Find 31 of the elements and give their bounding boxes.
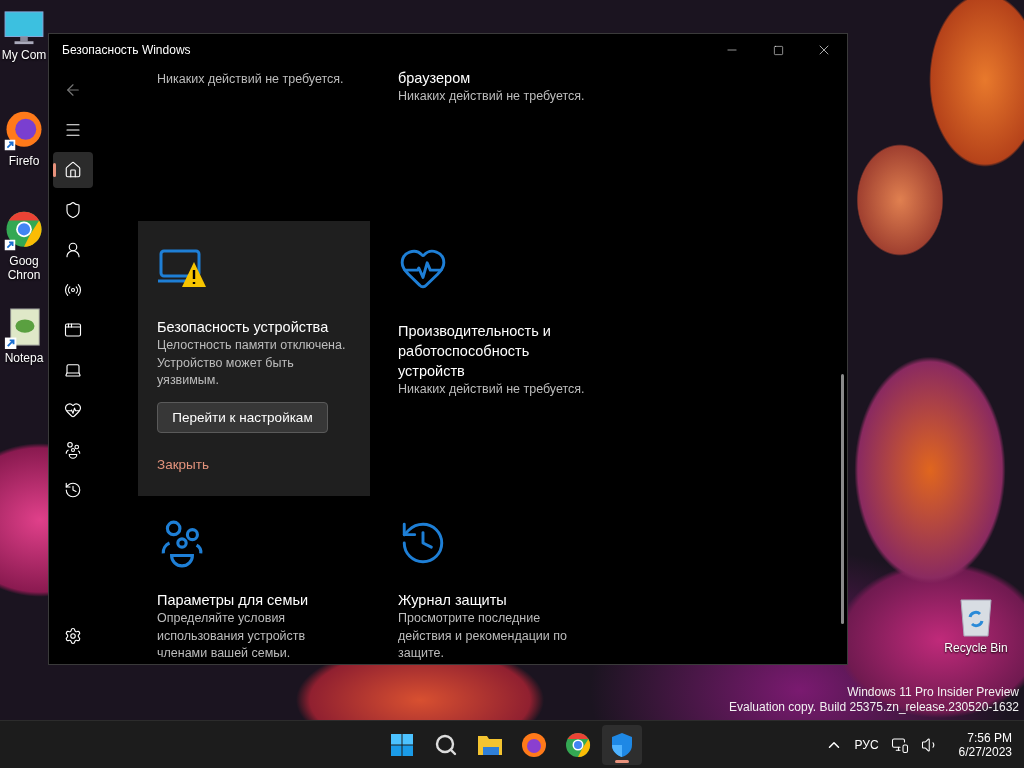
desktop-shortcut[interactable]: Firefo (0, 110, 47, 168)
shortcut-label: Notepa (4, 351, 44, 365)
shortcut-label: Firefo (8, 154, 40, 168)
card-description: Целостность памяти отключена. Устройство может быть уязвимым. (157, 337, 347, 389)
clock[interactable]: 7:56 PM 6/27/2023 (958, 730, 1012, 759)
desktop-shortcut[interactable]: Notepa (0, 307, 47, 365)
card-description: Никаких действий не требуется. (157, 71, 344, 88)
settings-link-button[interactable]: Перейти к настройкам (157, 401, 328, 433)
card-title: Производительность и работоспособность устройств (398, 322, 552, 381)
card-description: Определяйте условия использования устройств членами вашей семьи. (157, 610, 307, 662)
card-title: Безопасность устройства (157, 318, 329, 337)
build-info-text: Windows 11 Pro Insider Preview (847, 685, 1019, 700)
card-title: браузером (398, 69, 471, 88)
recycle-bin-shortcut[interactable]: Recycle Bin (940, 597, 1012, 655)
shortcut-label: My Com (1, 48, 47, 62)
card-description: Никаких действий не требуется. (398, 88, 585, 105)
clock-time: 7:56 PM (967, 730, 1012, 745)
shortcut-label: Chron (7, 268, 41, 282)
card-description: Просмотрите последние действия и рекомендации по защите. (398, 610, 568, 662)
card-title: Параметры для семьи (157, 591, 309, 610)
desktop-shortcut[interactable]: My Com (0, 10, 47, 62)
card-title: Журнал защиты (398, 591, 507, 610)
shortcut-label: Goog (9, 254, 39, 268)
dismiss-link[interactable]: Закрыть (157, 456, 209, 472)
window-title: Безопасность Windows (62, 43, 192, 57)
build-info-text: Evaluation copy. Build 25375.zn_release.230520-1632 (729, 700, 1019, 715)
shortcut-label: Recycle Bin (944, 641, 1008, 655)
desktop-shortcut[interactable]: Goog Chron (0, 210, 47, 282)
language-indicator[interactable]: РУС (854, 737, 879, 752)
clock-date: 6/27/2023 (958, 744, 1012, 759)
card-description: Никаких действий не требуется. (398, 381, 585, 398)
